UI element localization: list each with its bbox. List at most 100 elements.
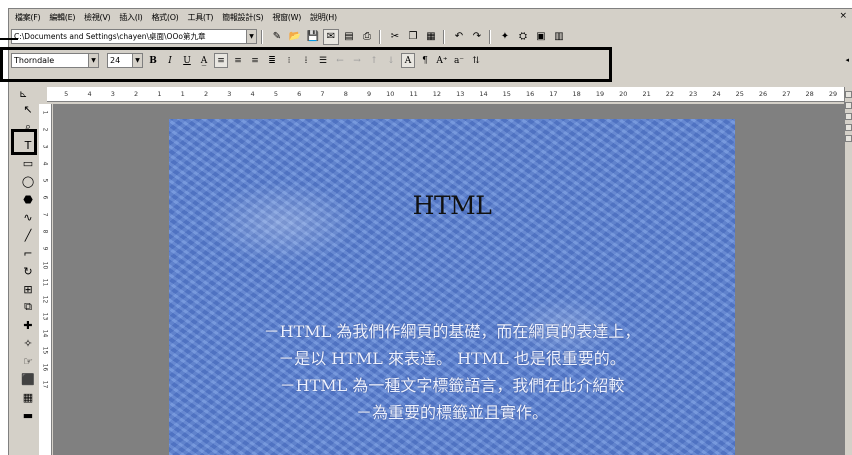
- close-icon[interactable]: ×: [839, 11, 847, 21]
- interaction-icon[interactable]: ☞: [19, 353, 37, 369]
- ruler-mark: 5: [41, 178, 49, 183]
- ruler-mark: 24: [712, 90, 721, 98]
- edit-file-icon[interactable]: ✎: [269, 29, 285, 45]
- ruler-mark: 2: [134, 90, 139, 98]
- toolbar-separator: [379, 29, 381, 44]
- toolbar-highlight-box: [0, 47, 612, 82]
- ruler-mark: 16: [41, 363, 49, 372]
- paste-icon[interactable]: ▦: [423, 29, 439, 45]
- copy-icon[interactable]: ❐: [405, 29, 421, 45]
- toolbar-separator: [489, 29, 491, 44]
- curve-icon[interactable]: ∿: [19, 209, 37, 225]
- menu-file[interactable]: 檔案(F): [15, 12, 41, 23]
- cut-icon[interactable]: ✂: [387, 29, 403, 45]
- gallery-icon[interactable]: ▣: [533, 29, 549, 45]
- menu-bar: 檔案(F) 編輯(E) 檢視(V) 插入(I) 格式(O) 工具(T) 簡報設計…: [9, 9, 852, 26]
- function-toolbar: C:\Documents and Settings\chayen\桌面\OOo第…: [9, 27, 852, 46]
- ruler-mark: 12: [41, 295, 49, 304]
- 3d-object-icon[interactable]: ⬣: [19, 191, 37, 207]
- connector-icon[interactable]: ⌐: [19, 245, 37, 261]
- email-icon[interactable]: ✉: [323, 28, 339, 45]
- alignment-icon[interactable]: ⊞: [19, 281, 37, 297]
- menu-format[interactable]: 格式(O): [151, 12, 178, 23]
- toolbar-separator: [443, 29, 445, 44]
- ruler-mark: 12: [432, 90, 442, 98]
- ruler-mark: 17: [549, 90, 558, 98]
- ruler-mark: 13: [41, 312, 49, 321]
- arrange-icon[interactable]: ⧉: [19, 299, 37, 315]
- ruler-mark: 23: [689, 90, 698, 98]
- ruler-mark: 7: [320, 90, 325, 98]
- menu-help[interactable]: 說明(H): [310, 12, 337, 23]
- body-line: －為重要的標籤並且實作。: [355, 403, 548, 422]
- chevron-down-icon[interactable]: ▼: [246, 30, 256, 43]
- slide-workspace[interactable]: HTML －HTML 為我們作網頁的基礎，而在網頁的表達上， －是以 HTML …: [53, 104, 845, 455]
- navigator-icon[interactable]: ⛭: [515, 29, 531, 45]
- ruler-mark: 5: [273, 90, 278, 98]
- export-pdf-icon[interactable]: ▤: [341, 29, 357, 45]
- redo-icon[interactable]: ↷: [469, 29, 485, 45]
- ruler-mark: 3: [227, 90, 232, 98]
- menu-presentation[interactable]: 簡報設計(S): [222, 12, 264, 23]
- select-arrow-icon[interactable]: ↖: [19, 101, 37, 117]
- ruler-mark: 11: [409, 90, 418, 98]
- menu-window[interactable]: 視窗(W): [272, 12, 301, 23]
- menu-edit[interactable]: 編輯(E): [49, 12, 75, 23]
- file-path-box[interactable]: C:\Documents and Settings\chayen\桌面\OOo第…: [11, 29, 257, 44]
- toolbar-separator: [261, 29, 263, 44]
- ruler-mark: 5: [64, 90, 69, 98]
- slide-icon[interactable]: ▬: [19, 407, 37, 423]
- ruler-mark: 4: [250, 90, 255, 98]
- rotate-icon[interactable]: ↻: [19, 263, 37, 279]
- right-panel-scrollbar[interactable]: [844, 87, 852, 455]
- ruler-mark: 15: [502, 90, 511, 98]
- ellipse-icon[interactable]: ◯: [19, 173, 37, 189]
- ruler-mark: 25: [735, 90, 744, 98]
- open-icon[interactable]: 📂: [287, 29, 303, 45]
- ruler-mark: 6: [41, 195, 49, 200]
- toolbar-more-icon[interactable]: ◂: [845, 56, 849, 64]
- scroll-button[interactable]: [845, 135, 852, 142]
- ruler-mark: 11: [41, 278, 49, 287]
- effects-icon[interactable]: ✧: [19, 335, 37, 351]
- body-line: －HTML 為一種文字標籤語言，我們在此介紹較: [279, 376, 625, 395]
- ruler-mark: 29: [828, 90, 838, 98]
- body-line: －HTML 為我們作網頁的基礎，而在網頁的表達上，: [263, 322, 641, 341]
- ruler-mark: 18: [572, 90, 581, 98]
- datasource-icon[interactable]: ▥: [551, 29, 567, 45]
- ruler-mark: 16: [525, 90, 535, 98]
- print-icon[interactable]: ⎙: [359, 29, 375, 45]
- ruler-mark: 27: [782, 90, 791, 98]
- menu-insert[interactable]: 插入(I): [119, 12, 142, 23]
- vertical-ruler: 1 2 3 4 5 6 7 8 9 10 11 12 13 14 15 16 1…: [39, 104, 52, 455]
- slide-body-text[interactable]: －HTML 為我們作網頁的基礎，而在網頁的表達上， －是以 HTML 來表達。 …: [169, 318, 735, 426]
- ruler-mark: 4: [41, 161, 49, 166]
- ruler-mark: 15: [41, 346, 49, 355]
- 3d-controller-icon[interactable]: ⬛: [19, 371, 37, 387]
- save-icon[interactable]: 💾: [305, 29, 321, 45]
- file-path-text: C:\Documents and Settings\chayen\桌面\OOo第…: [14, 32, 206, 41]
- table-icon[interactable]: ▦: [19, 389, 37, 405]
- rectangle-icon[interactable]: ▭: [19, 155, 37, 171]
- ruler-mark: 14: [479, 90, 488, 98]
- slide-title[interactable]: HTML: [169, 191, 735, 220]
- scroll-button[interactable]: [845, 113, 852, 120]
- scroll-button[interactable]: [845, 124, 852, 131]
- hyperlink-icon[interactable]: ✦: [497, 29, 513, 45]
- ruler-mark: 6: [297, 90, 302, 98]
- menu-tools[interactable]: 工具(T): [188, 12, 214, 23]
- ruler-mark: 2: [41, 127, 49, 132]
- insert-icon[interactable]: ✚: [19, 317, 37, 333]
- scroll-button[interactable]: [845, 102, 852, 109]
- ruler-mark: 14: [41, 329, 49, 338]
- menu-view[interactable]: 檢視(V): [84, 12, 111, 23]
- ruler-mark: 20: [619, 90, 628, 98]
- scroll-button[interactable]: [845, 91, 852, 98]
- ruler-mark: 13: [456, 90, 465, 98]
- ruler-mark: 9: [367, 90, 372, 98]
- slide-canvas[interactable]: HTML －HTML 為我們作網頁的基礎，而在網頁的表達上， －是以 HTML …: [169, 119, 735, 455]
- ruler-mark: 2: [203, 90, 209, 98]
- undo-icon[interactable]: ↶: [451, 29, 467, 45]
- ruler-mark: 28: [805, 90, 814, 98]
- line-icon[interactable]: ╱: [19, 227, 37, 243]
